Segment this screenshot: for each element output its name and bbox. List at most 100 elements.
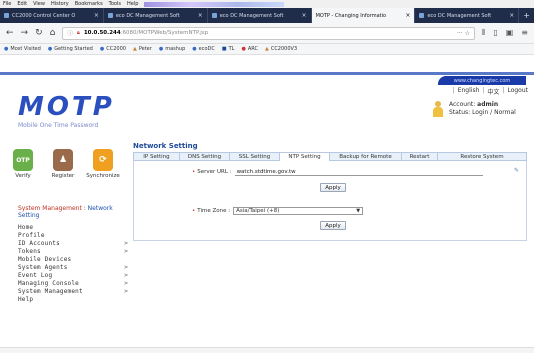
sidebar-item-tokens[interactable]: Tokens > <box>18 248 128 256</box>
favicon-icon <box>4 13 9 18</box>
new-tab-button[interactable]: + <box>519 8 534 23</box>
home-icon[interactable]: ⌂ <box>50 28 56 38</box>
time-zone-select[interactable]: Asia/Taipei (+8) ▼ <box>233 207 364 215</box>
url-host: 10.0.50.244 <box>83 30 121 36</box>
page-title: Network Setting <box>133 142 198 150</box>
menu-view[interactable]: View <box>33 1 45 7</box>
time-zone-label: Time Zone : <box>197 208 231 214</box>
page-footer <box>0 347 534 353</box>
hamburger-menu-icon[interactable]: ≡ <box>521 28 528 38</box>
menu-help[interactable]: Help <box>127 1 138 7</box>
sidebar-item-profile[interactable]: Profile <box>18 232 128 240</box>
bookmark-item[interactable]: ● Most Visited <box>4 46 41 52</box>
sidebar-item-id-accounts[interactable]: ID Accounts > <box>18 240 128 248</box>
browser-tabbar: CC2000 Control Center O × eco DC Managem… <box>0 8 534 23</box>
info-icon[interactable]: ⓘ <box>67 29 73 37</box>
tab-restart[interactable]: Restart <box>402 153 438 161</box>
chevron-right-icon: > <box>124 264 128 271</box>
bookmark-icon: ● <box>47 46 53 52</box>
tab-ssl-setting[interactable]: SSL Setting <box>230 153 280 161</box>
browser-tab[interactable]: eco DC Management Soft × <box>415 8 520 23</box>
apply-time-zone-button[interactable]: Apply <box>320 221 346 230</box>
tab-backup-remote[interactable]: Backup for Remote <box>330 153 402 161</box>
menu-bookmarks[interactable]: Bookmarks <box>75 1 103 7</box>
sidebar-item-help[interactable]: Help <box>18 296 128 304</box>
sidebar-item-system-agents[interactable]: System Agents > <box>18 264 128 272</box>
lang-chinese-link[interactable]: 中文 <box>487 87 499 96</box>
tab-ip-setting[interactable]: IP Setting <box>134 153 180 161</box>
logout-link[interactable]: Logout <box>507 87 528 96</box>
apply-server-url-button[interactable]: Apply <box>320 183 346 192</box>
logo-tagline: Mobile One Time Password <box>18 122 99 129</box>
sidebar-item-mobile-devices[interactable]: Mobile Devices <box>18 256 128 264</box>
sidebar-item-managing-console[interactable]: Managing Console > <box>18 280 128 288</box>
sidebar-item-home[interactable]: Home <box>18 224 128 232</box>
register-button[interactable]: ♟ Register <box>48 149 78 187</box>
verify-button[interactable]: OTP Verify <box>8 149 38 187</box>
edit-icon[interactable]: ✎ <box>514 167 519 174</box>
verify-icon: OTP <box>13 149 33 171</box>
bookmarks-bar: ● Most Visited ● Getting Started ● CC2000 ▲… <box>0 44 534 55</box>
chevron-right-icon: > <box>124 248 128 255</box>
breadcrumb-section[interactable]: System Management <box>18 205 82 212</box>
bookmark-icon: ● <box>158 46 164 52</box>
time-zone-row: • Time Zone : Asia/Taipei (+8) ▼ <box>192 207 364 215</box>
bookmark-item[interactable]: ● Getting Started <box>48 46 93 52</box>
tab-label: MOTP - Changing Informatio <box>315 12 387 19</box>
status-label: Status: <box>449 109 471 116</box>
sidebar-icon[interactable]: ▯ <box>493 28 497 38</box>
time-zone-value: Asia/Taipei (+8) <box>236 208 280 214</box>
close-icon[interactable]: × <box>94 12 99 19</box>
menu-tools[interactable]: Tools <box>109 1 121 7</box>
sidebar-item-event-log[interactable]: Event Log > <box>18 272 128 280</box>
tab-label: eco DC Management Soft <box>115 12 180 19</box>
bookmark-item[interactable]: ▲ Peter <box>133 46 152 52</box>
server-url-input[interactable]: watch.stdtime.gov.tw <box>234 168 483 176</box>
forward-icon[interactable]: → <box>21 28 29 38</box>
server-url-row: • Server URL : watch.stdtime.gov.tw <box>192 168 483 176</box>
browser-tab[interactable]: eco DC Management Soft × <box>104 8 208 23</box>
close-icon[interactable]: × <box>198 12 203 19</box>
browser-tab[interactable]: CC2000 Control Center O × <box>0 8 104 23</box>
verify-label: Verify <box>15 173 31 179</box>
bookmark-item[interactable]: ● mashup <box>159 46 185 52</box>
chevron-right-icon: > <box>124 272 128 279</box>
ntp-settings-panel: • Server URL : watch.stdtime.gov.tw ✎ Ap… <box>133 161 527 241</box>
sidebar-item-system-management[interactable]: System Management > <box>18 288 128 296</box>
tab-label: eco DC Management Soft <box>219 12 284 19</box>
bookmark-item[interactable]: ● CC2000 <box>100 46 126 52</box>
tab-restore-system[interactable]: Restore System <box>438 153 526 161</box>
close-icon[interactable]: × <box>302 12 307 19</box>
menu-edit[interactable]: Edit <box>17 1 27 7</box>
tab-dns-setting[interactable]: DNS Setting <box>180 153 230 161</box>
library-icon[interactable]: ⫴ <box>482 28 485 38</box>
menu-history[interactable]: History <box>51 1 69 7</box>
bookmark-item[interactable]: ● ARC <box>241 46 258 52</box>
browser-menubar: File Edit View History Bookmarks Tools H… <box>0 0 534 8</box>
bookmark-item[interactable]: ■ TL <box>222 46 235 52</box>
url-actions[interactable]: ··· ☆ <box>457 30 470 37</box>
bookmark-item[interactable]: ▲ CC2000V3 <box>265 46 297 52</box>
browser-tab[interactable]: eco DC Management Soft × <box>208 8 312 23</box>
vendor-link[interactable]: www.changingtec.com <box>438 76 526 85</box>
close-icon[interactable]: × <box>509 12 514 19</box>
url-bar[interactable]: ⓘ 🔒︎ 10.0.50.244:6080/MOTPWeb/SystemNTP.… <box>62 26 475 40</box>
settings-tabs: IP Setting DNS Setting SSL Setting NTP S… <box>133 152 527 161</box>
lang-english-link[interactable]: English <box>458 87 480 96</box>
account-label: Account: <box>449 101 476 108</box>
header-band <box>0 72 534 75</box>
browser-tab-active[interactable]: MOTP - Changing Informatio × <box>311 8 416 23</box>
register-label: Register <box>51 173 75 179</box>
tab-label: eco DC Management Soft <box>427 12 492 19</box>
extension-icon[interactable]: ▣ <box>506 28 514 38</box>
favicon-icon <box>419 13 425 18</box>
reload-icon[interactable]: ↻ <box>35 28 43 38</box>
synchronize-label: Synchronize <box>86 173 120 179</box>
bookmark-item[interactable]: ● ecoDC <box>192 46 215 52</box>
back-icon[interactable]: ← <box>6 28 14 38</box>
tab-ntp-setting[interactable]: NTP Setting <box>280 153 330 161</box>
menu-file[interactable]: File <box>3 1 11 7</box>
synchronize-button[interactable]: ⟳ Synchronize <box>86 149 120 187</box>
user-icon <box>433 101 443 117</box>
close-icon[interactable]: × <box>405 12 410 19</box>
